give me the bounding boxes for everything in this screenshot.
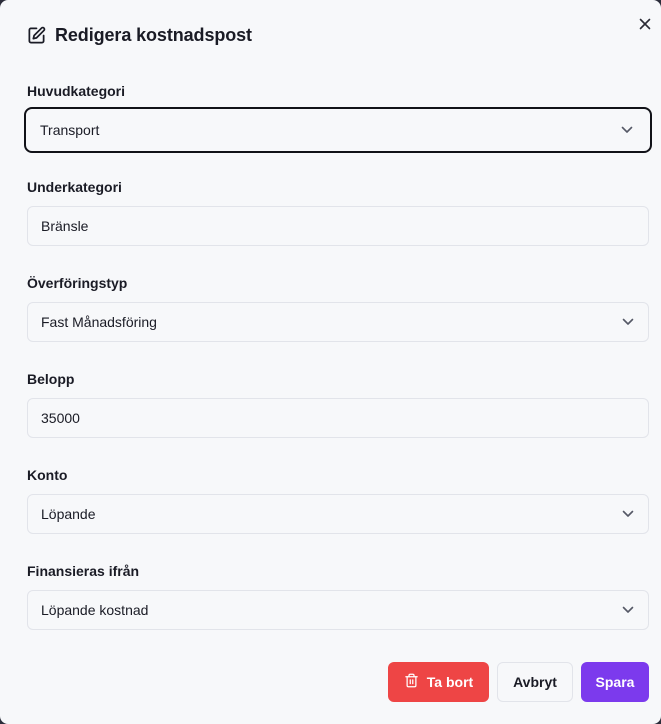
amount-value: 35000	[41, 410, 80, 426]
account-label: Konto	[27, 467, 68, 483]
chevron-down-icon	[622, 606, 634, 614]
chevron-down-icon	[622, 318, 634, 326]
amount-label: Belopp	[27, 371, 75, 387]
save-button-label: Spara	[595, 674, 635, 690]
dialog-title: Redigera kostnadspost	[55, 25, 252, 45]
funded-from-select[interactable]: Löpande kostnad	[27, 590, 649, 630]
cancel-button-label: Avbryt	[513, 674, 557, 690]
sub-category-value: Bränsle	[41, 218, 89, 234]
amount-input[interactable]: 35000	[27, 398, 649, 438]
edit-expense-dialog: Redigera kostnadspost Huvudkategori Tran…	[0, 0, 661, 724]
transfer-type-select[interactable]: Fast Månadsföring	[27, 302, 649, 342]
save-button[interactable]: Spara	[581, 662, 649, 702]
main-category-select[interactable]: Transport	[24, 107, 652, 153]
delete-button[interactable]: Ta bort	[388, 662, 489, 702]
account-value: Löpande	[41, 506, 96, 522]
dialog-header: Redigera kostnadspost	[27, 25, 252, 46]
transfer-type-label: Överföringstyp	[27, 275, 128, 291]
cancel-button[interactable]: Avbryt	[497, 662, 573, 702]
delete-button-label: Ta bort	[426, 674, 474, 690]
account-select[interactable]: Löpande	[27, 494, 649, 534]
sub-category-input[interactable]: Bränsle	[27, 206, 649, 246]
funded-from-value: Löpande kostnad	[41, 602, 149, 618]
chevron-down-icon	[622, 510, 634, 518]
close-button[interactable]	[635, 16, 655, 36]
close-icon	[639, 17, 651, 35]
edit-icon	[27, 26, 46, 45]
transfer-type-value: Fast Månadsföring	[41, 314, 157, 330]
main-category-value: Transport	[40, 122, 100, 138]
chevron-down-icon	[621, 126, 633, 134]
sub-category-label: Underkategori	[27, 179, 122, 195]
trash-icon	[404, 673, 419, 691]
main-category-label: Huvudkategori	[27, 83, 126, 99]
funded-from-label: Finansieras ifrån	[27, 563, 140, 579]
